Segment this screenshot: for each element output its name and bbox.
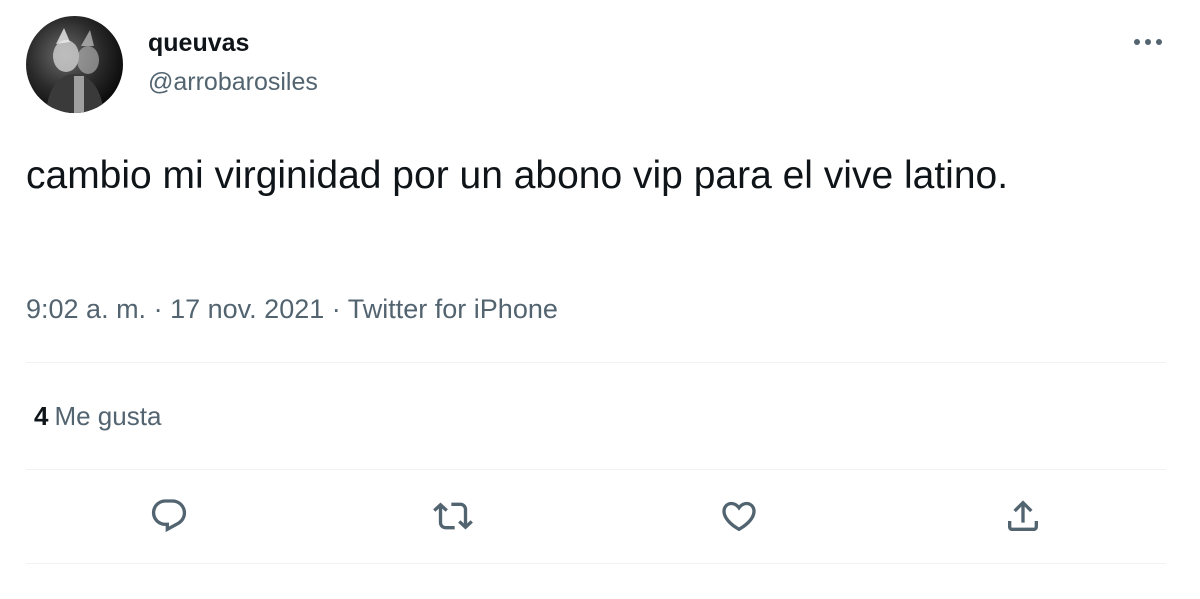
share-button[interactable] [1001, 494, 1045, 538]
reply-button[interactable] [147, 494, 191, 538]
user-handle[interactable]: @arrobarosiles [148, 67, 318, 97]
likes-link[interactable]: 4 Me gusta [34, 400, 161, 432]
retweet-icon [433, 502, 473, 530]
likes-count: 4 [34, 401, 49, 431]
tweet-text: cambio mi virginidad por un abono vip pa… [26, 154, 1009, 197]
like-button[interactable] [717, 494, 761, 538]
divider [26, 563, 1166, 564]
more-icon [1134, 39, 1162, 45]
tweet-meta: 9:02 a. m. · 17 nov. 2021 · Twitter for … [26, 292, 558, 326]
meta-separator: · [331, 294, 341, 324]
tweet-time[interactable]: 9:02 a. m. [26, 294, 146, 324]
reply-icon [151, 499, 187, 533]
divider [26, 469, 1166, 470]
tweet-date[interactable]: 17 nov. 2021 [170, 294, 324, 324]
meta-separator: · [153, 294, 163, 324]
tweet-source[interactable]: Twitter for iPhone [348, 294, 558, 324]
likes-label: Me gusta [54, 401, 162, 431]
more-button[interactable] [1130, 28, 1166, 56]
avatar-photo [46, 28, 104, 113]
tweet-card: queuvas @arrobarosiles cambio mi virgini… [0, 0, 1200, 599]
display-name[interactable]: queuvas [148, 28, 249, 58]
retweet-button[interactable] [431, 494, 475, 538]
divider [26, 362, 1166, 363]
avatar[interactable] [26, 16, 123, 113]
heart-icon [722, 501, 756, 532]
share-icon [1008, 500, 1038, 531]
